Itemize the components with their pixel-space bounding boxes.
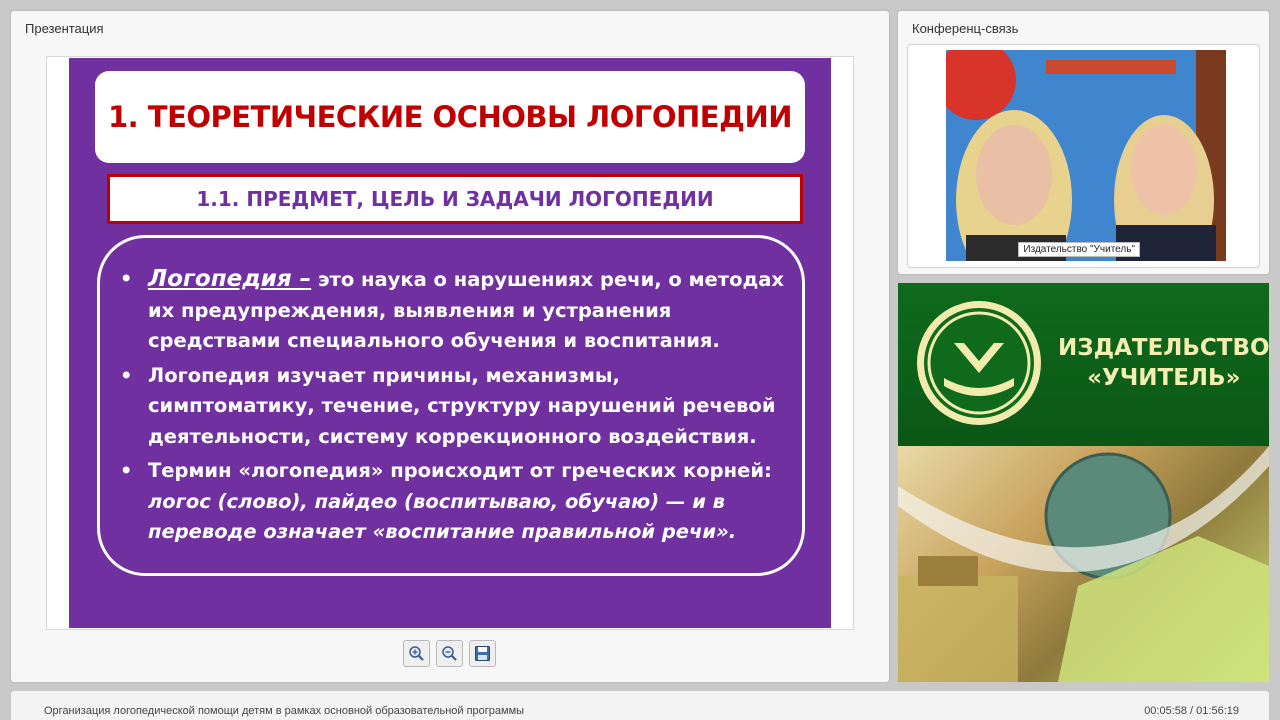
slide-title: 1. ТЕОРЕТИЧЕСКИЕ ОСНОВЫ ЛОГОПЕДИИ bbox=[108, 100, 793, 134]
bullet-marker: • bbox=[120, 363, 133, 387]
slide-bullet: • Логопедия – это наука о нарушениях реч… bbox=[120, 264, 792, 357]
slide-content-box: • Логопедия – это наука о нарушениях реч… bbox=[97, 235, 805, 576]
save-icon bbox=[475, 646, 490, 661]
publisher-banner: ИЗДАТЕЛЬСТВО «УЧИТЕЛЬ» bbox=[898, 283, 1269, 682]
publisher-name-line1: ИЗДАТЕЛЬСТВО bbox=[1058, 335, 1269, 361]
video-container: Издательство "Учитель" bbox=[907, 44, 1260, 268]
zoom-out-button[interactable] bbox=[436, 640, 463, 667]
publisher-name-line2: «УЧИТЕЛЬ» bbox=[1087, 365, 1241, 391]
slide-bullet: • Логопедия изучает причины, механизмы, … bbox=[120, 361, 792, 453]
footer-bar: Организация логопедической помощи детям … bbox=[11, 691, 1269, 720]
publisher-logo-icon bbox=[917, 301, 1041, 425]
publisher-header: ИЗДАТЕЛЬСТВО «УЧИТЕЛЬ» bbox=[898, 283, 1269, 446]
webinar-title: Организация логопедической помощи детям … bbox=[44, 705, 525, 717]
publisher-books-image bbox=[898, 446, 1269, 682]
slide-viewer: 1. ТЕОРЕТИЧЕСКИЕ ОСНОВЫ ЛОГОПЕДИИ 1.1. П… bbox=[46, 56, 854, 630]
slide: 1. ТЕОРЕТИЧЕСКИЕ ОСНОВЫ ЛОГОПЕДИИ 1.1. П… bbox=[69, 58, 831, 628]
presentation-panel: Презентация 1. ТЕОРЕТИЧЕСКИЕ ОСНОВЫ ЛОГО… bbox=[11, 11, 889, 682]
zoom-in-button[interactable] bbox=[403, 640, 430, 667]
bullet-italic-text: логос (слово), пайдео (воспитываю, обуча… bbox=[148, 489, 737, 544]
publisher-name: ИЗДАТЕЛЬСТВО «УЧИТЕЛЬ» bbox=[1058, 333, 1269, 393]
bullet-marker: • bbox=[120, 267, 133, 290]
video-caption: Издательство "Учитель" bbox=[1018, 242, 1140, 257]
books-globe-illustration bbox=[898, 446, 1269, 682]
presentation-panel-title: Презентация bbox=[25, 21, 104, 36]
slide-subtitle-box: 1.1. ПРЕДМЕТ, ЦЕЛЬ И ЗАДАЧИ ЛОГОПЕДИИ bbox=[107, 174, 803, 224]
bullet-text: Термин «логопедия» происходит от греческ… bbox=[148, 459, 772, 482]
zoom-in-icon bbox=[409, 646, 424, 661]
bullet-term: Логопедия – bbox=[148, 266, 312, 292]
playback-time: 00:05:58 / 01:56:19 bbox=[1144, 705, 1239, 717]
save-button[interactable] bbox=[469, 640, 496, 667]
slide-title-box: 1. ТЕОРЕТИЧЕСКИЕ ОСНОВЫ ЛОГОПЕДИИ bbox=[95, 71, 805, 163]
bullet-text: Логопедия изучает причины, механизмы, си… bbox=[148, 363, 776, 448]
video-scene bbox=[946, 50, 1226, 261]
conference-panel: Конференц-связь Издательство "Учитель" bbox=[898, 11, 1269, 274]
zoom-out-icon bbox=[442, 646, 457, 661]
video-feed[interactable]: Издательство "Учитель" bbox=[946, 50, 1226, 261]
slide-bullet: • Термин «логопедия» происходит от грече… bbox=[120, 456, 792, 548]
slide-subtitle: 1.1. ПРЕДМЕТ, ЦЕЛЬ И ЗАДАЧИ ЛОГОПЕДИИ bbox=[196, 187, 714, 211]
conference-panel-title: Конференц-связь bbox=[912, 21, 1019, 36]
slide-bullet-list: • Логопедия – это наука о нарушениях реч… bbox=[120, 264, 792, 552]
bullet-marker: • bbox=[120, 459, 133, 482]
